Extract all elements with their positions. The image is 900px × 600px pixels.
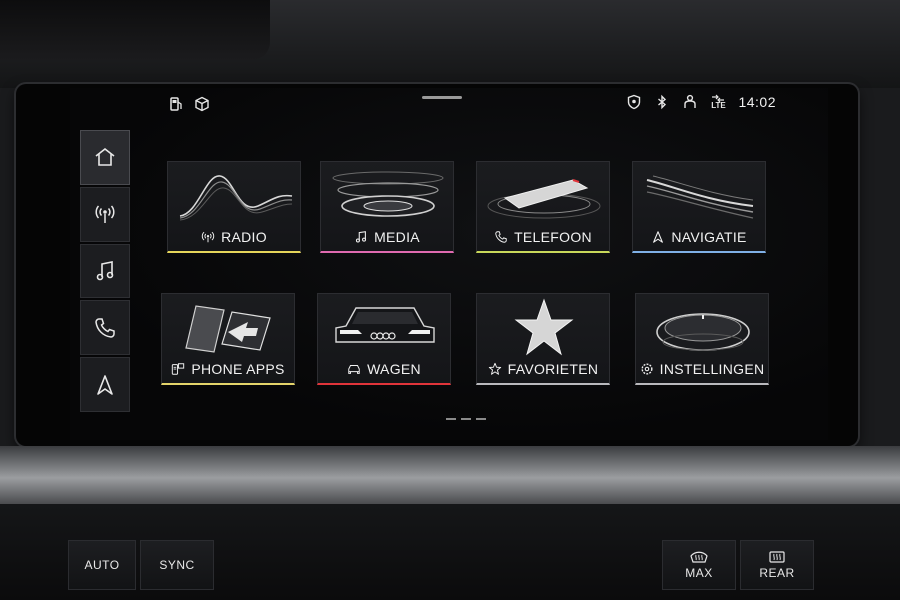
rear-label: REAR [759,566,795,580]
music-note-icon [96,261,114,281]
sync-button[interactable]: SYNC [140,540,214,590]
auto-button[interactable]: AUTO [68,540,136,590]
status-bar: LTE 14:02 [70,88,828,118]
tile-label-text: NAVIGATIE [671,229,747,245]
road-curves-art [646,175,754,219]
dashboard-trim [0,446,900,504]
max-label: MAX [685,566,713,580]
tile-favorieten-label: FAVORIETEN [477,361,609,377]
tile-label-text: PHONE APPS [191,361,285,377]
tile-wagen-label: WAGEN [318,361,450,377]
phone-device-art [487,179,601,219]
tile-radio[interactable]: RADIO [167,161,301,253]
drag-handle[interactable] [422,96,462,99]
page-dot [446,418,456,420]
tile-media[interactable]: MEDIA [320,161,454,253]
music-note-icon [356,231,367,243]
navigation-arrow-icon [97,374,113,395]
nav-navigation[interactable] [80,357,130,412]
network-type: LTE [711,101,726,110]
tile-favorieten[interactable]: FAVORIETEN [476,293,610,385]
tile-telefoon[interactable]: TELEFOON [476,161,610,253]
radio-antenna-icon [201,231,215,243]
tile-instellingen-label: INSTELLINGEN [636,361,768,377]
radio-antenna-icon [95,205,115,224]
max-defrost-button[interactable]: MAX [662,540,736,590]
person-icon[interactable] [682,94,698,110]
nav-radio[interactable] [80,186,130,242]
package-cube-icon[interactable] [194,96,210,112]
tile-label-text: INSTELLINGEN [659,361,765,377]
tile-label-text: WAGEN [367,361,421,377]
side-nav [80,130,130,412]
nav-home[interactable] [80,130,130,185]
page-indicator[interactable] [446,418,486,420]
infotainment-screen: LTE 14:02 RADIO MEDIA TELEFOON NAVIGATIE… [70,88,828,440]
rear-defrost-icon [769,551,785,563]
dashboard-top [0,0,900,88]
tile-telefoon-label: TELEFOON [477,229,609,245]
car-front-art [335,307,435,343]
rear-defrost-button[interactable]: REAR [740,540,814,590]
car-icon [348,365,360,374]
phone-icon [95,318,115,338]
fuel-pump-icon[interactable] [168,96,184,112]
phone-apps-art [185,305,271,353]
windshield-defrost-icon [690,551,708,563]
lte-signal-icon[interactable]: LTE [710,94,726,110]
tile-radio-label: RADIO [168,229,300,245]
phone-icon [495,231,507,243]
clock: 14:02 [738,94,776,110]
media-disc-art [332,171,444,217]
tile-phone-apps-label: PHONE APPS [162,361,294,377]
status-left [168,96,210,112]
tile-navigatie-label: NAVIGATIE [633,229,765,245]
nav-phone[interactable] [80,300,130,356]
tile-wagen[interactable]: WAGEN [317,293,451,385]
page-dot [476,418,486,420]
star-icon [488,362,501,375]
nav-media[interactable] [80,243,130,299]
gear-icon [641,363,653,375]
status-right: LTE 14:02 [626,94,776,110]
auto-label: AUTO [84,558,120,572]
tile-label-text: FAVORIETEN [507,361,599,377]
tile-label-text: RADIO [221,229,267,245]
bluetooth-icon[interactable] [654,94,670,110]
tile-label-text: TELEFOON [514,229,592,245]
settings-dial-art [656,313,750,351]
phone-apps-icon [172,363,185,375]
home-icon [95,148,115,167]
tile-navigatie[interactable]: NAVIGATIE [632,161,766,253]
navigation-arrow-icon [653,231,664,243]
tile-media-label: MEDIA [321,229,453,245]
tile-label-text: MEDIA [374,229,420,245]
favorite-star-art [514,298,574,356]
air-vent [0,0,270,60]
shield-location-icon[interactable] [626,94,642,110]
tile-phone-apps[interactable]: PHONE APPS [161,293,295,385]
sync-label: SYNC [159,558,195,572]
tile-instellingen[interactable]: INSTELLINGEN [635,293,769,385]
page-dot [461,418,471,420]
radio-wave-art [179,175,293,221]
